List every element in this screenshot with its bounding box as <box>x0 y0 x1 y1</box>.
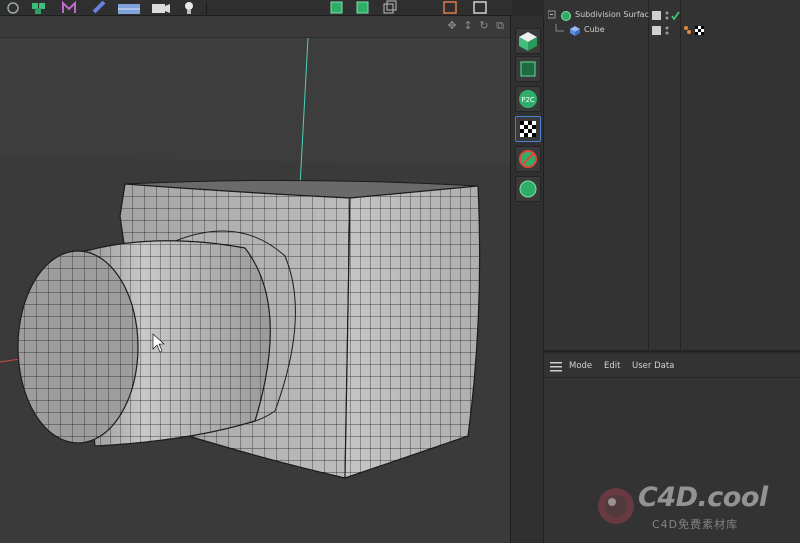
render-settings-button[interactable] <box>470 0 492 14</box>
svg-text:P2C: P2C <box>521 96 535 104</box>
cube-primitive-button[interactable] <box>28 0 50 14</box>
light-button[interactable] <box>178 0 200 14</box>
nurbs-button[interactable] <box>88 0 110 14</box>
no-entry-icon <box>519 150 537 168</box>
clapboard-icon <box>443 1 457 14</box>
spline-icon <box>62 0 76 13</box>
main-toolbar <box>0 0 512 16</box>
green-sphere-icon <box>519 180 537 198</box>
disable-tool-button[interactable] <box>515 146 541 172</box>
menu-mode[interactable]: Mode <box>569 361 592 371</box>
object-row-cube[interactable]: Cube <box>544 24 800 38</box>
watermark: C4D.cool C4D免费素材库 <box>588 478 788 534</box>
object-mode-button[interactable] <box>378 0 400 14</box>
object-tools-strip: P2C <box>510 16 544 543</box>
floor-icon <box>118 4 140 14</box>
watermark-logo-text: C4D.cool <box>638 482 768 513</box>
tag-icons[interactable] <box>683 25 713 37</box>
model-mode-button[interactable] <box>352 0 374 14</box>
cube-icon <box>570 26 580 36</box>
camera-button[interactable] <box>150 0 172 14</box>
camera-icon <box>152 4 170 13</box>
sphere-tool-button[interactable] <box>515 176 541 202</box>
visibility-dots-icon[interactable] <box>651 25 681 37</box>
cube-tool-button[interactable] <box>515 28 541 54</box>
object-manager: Subdivision Surfac Cube <box>544 0 800 352</box>
hamburger-menu-icon[interactable] <box>550 362 562 372</box>
make-editable-button[interactable] <box>326 0 348 14</box>
menu-edit[interactable]: Edit <box>604 361 620 371</box>
green-cube-icon <box>330 1 343 14</box>
green-cubes-icon <box>32 3 45 14</box>
visibility-dots-icon[interactable] <box>651 10 681 22</box>
checker-icon <box>520 121 536 137</box>
light-bulb-icon <box>185 2 193 14</box>
3d-viewport[interactable]: ✥ ↕ ↻ ⧉ <box>0 16 510 543</box>
white-cube-icon <box>519 32 537 51</box>
menu-user-data[interactable]: User Data <box>632 361 674 371</box>
clapboard-settings-icon <box>473 1 487 14</box>
wire-cube-icon <box>383 0 397 14</box>
scene-render <box>0 37 510 543</box>
floor-button[interactable] <box>116 0 140 14</box>
attribute-menu-bar: Mode Edit User Data <box>544 354 800 378</box>
spline-pen-button[interactable] <box>58 0 80 14</box>
p2c-icon: P2C <box>519 90 537 108</box>
checker-tool-button[interactable] <box>515 116 541 142</box>
object-name: Subdivision Surfac <box>575 10 649 19</box>
object-name: Cube <box>584 25 605 34</box>
watermark-subtitle: C4D免费素材库 <box>652 518 739 531</box>
wire-cube-tool-button[interactable] <box>515 56 541 82</box>
p2c-tool-button[interactable]: P2C <box>515 86 541 112</box>
rotate-tool-button[interactable] <box>2 0 24 14</box>
render-view-button[interactable] <box>440 0 462 14</box>
watermark-logo-icon <box>598 488 634 524</box>
nurbs-icon <box>92 0 106 14</box>
green-wire-cube-icon <box>520 61 536 77</box>
subdivision-surface-icon <box>561 11 571 21</box>
rotate-icon <box>7 2 19 14</box>
object-row-subdivision[interactable]: Subdivision Surfac <box>544 9 800 23</box>
green-cube-icon <box>356 1 369 14</box>
